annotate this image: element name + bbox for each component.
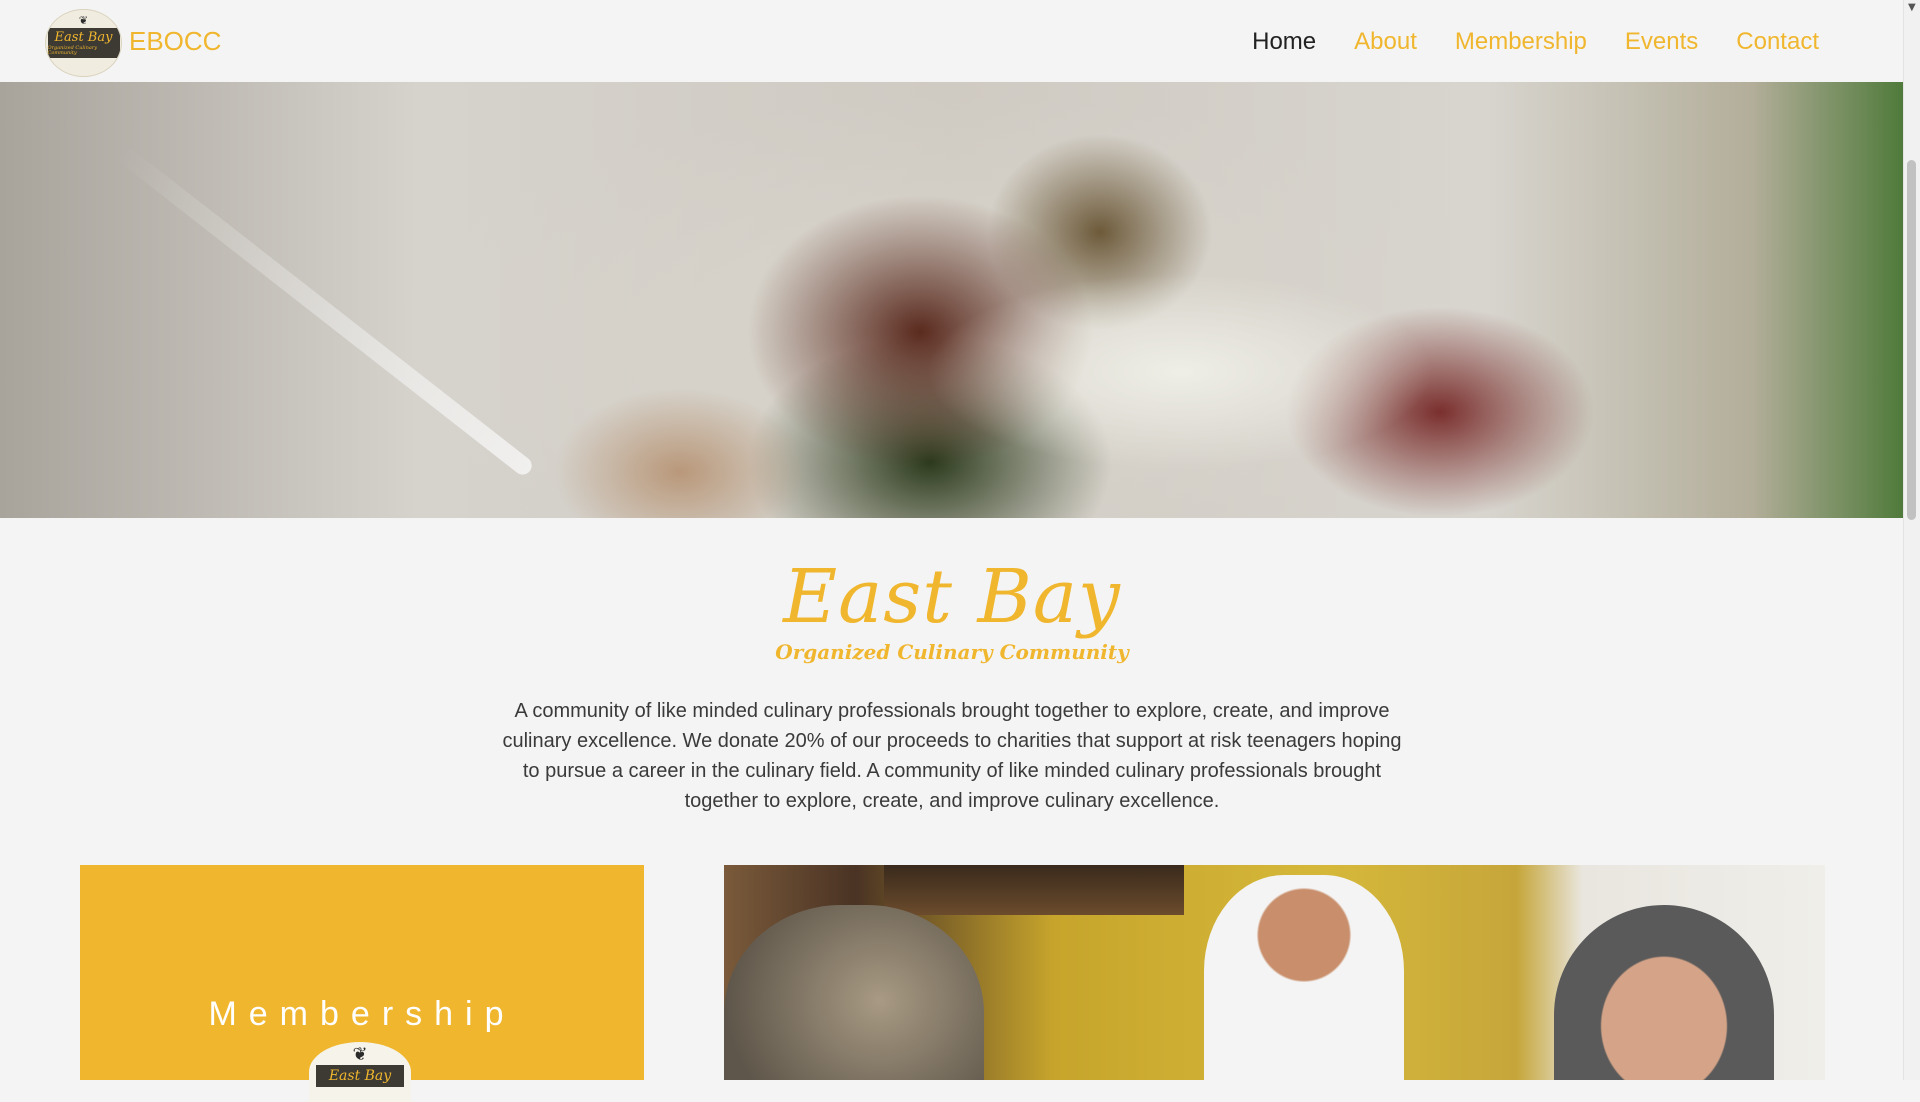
logo-plate: East Bay Organized Culinary Community xyxy=(47,28,120,58)
membership-card-logo: ❦ East Bay xyxy=(309,1042,411,1102)
nav-membership[interactable]: Membership xyxy=(1436,28,1606,56)
hero-image xyxy=(0,82,1904,518)
photo-person-left xyxy=(724,905,984,1080)
fork-detail xyxy=(114,143,536,479)
intro-title-block: East Bay Organized Culinary Community xyxy=(0,560,1904,664)
page-title: East Bay xyxy=(783,554,1121,640)
scrollbar-thumb[interactable] xyxy=(1907,160,1916,520)
nav-home[interactable]: Home xyxy=(1233,28,1335,56)
grape-vine-icon: ❦ xyxy=(78,14,89,27)
site-logo[interactable]: ❦ East Bay Organized Culinary Community xyxy=(45,9,122,77)
site-name[interactable]: EBOCC xyxy=(129,26,221,57)
nav-about[interactable]: About xyxy=(1335,28,1436,56)
intro-paragraph: A community of like minded culinary prof… xyxy=(502,700,1402,812)
logo-subtext: Organized Culinary Community xyxy=(47,44,98,56)
main-nav: Home About Membership Events Contact xyxy=(1233,28,1838,56)
nav-events[interactable]: Events xyxy=(1606,28,1717,56)
nav-contact[interactable]: Contact xyxy=(1717,28,1838,56)
photo-shelf xyxy=(884,865,1184,915)
grape-vine-icon: ❦ xyxy=(352,1044,368,1065)
membership-logo-plate: East Bay xyxy=(316,1065,404,1087)
photo-chef xyxy=(1204,875,1404,1080)
page-subtitle: Organized Culinary Community xyxy=(775,640,1129,664)
membership-card-label: Membership xyxy=(208,995,516,1033)
photo-person-right xyxy=(1554,905,1774,1080)
community-photo xyxy=(724,865,1825,1080)
membership-card[interactable]: Membership ❦ East Bay xyxy=(80,865,644,1102)
site-header: ❦ East Bay Organized Culinary Community … xyxy=(0,0,1904,82)
scroll-down-arrow-icon[interactable]: ▼ xyxy=(1908,2,1916,13)
logo-text: East Bay xyxy=(54,29,113,45)
page-scrollbar[interactable]: ▼ xyxy=(1903,0,1920,1080)
